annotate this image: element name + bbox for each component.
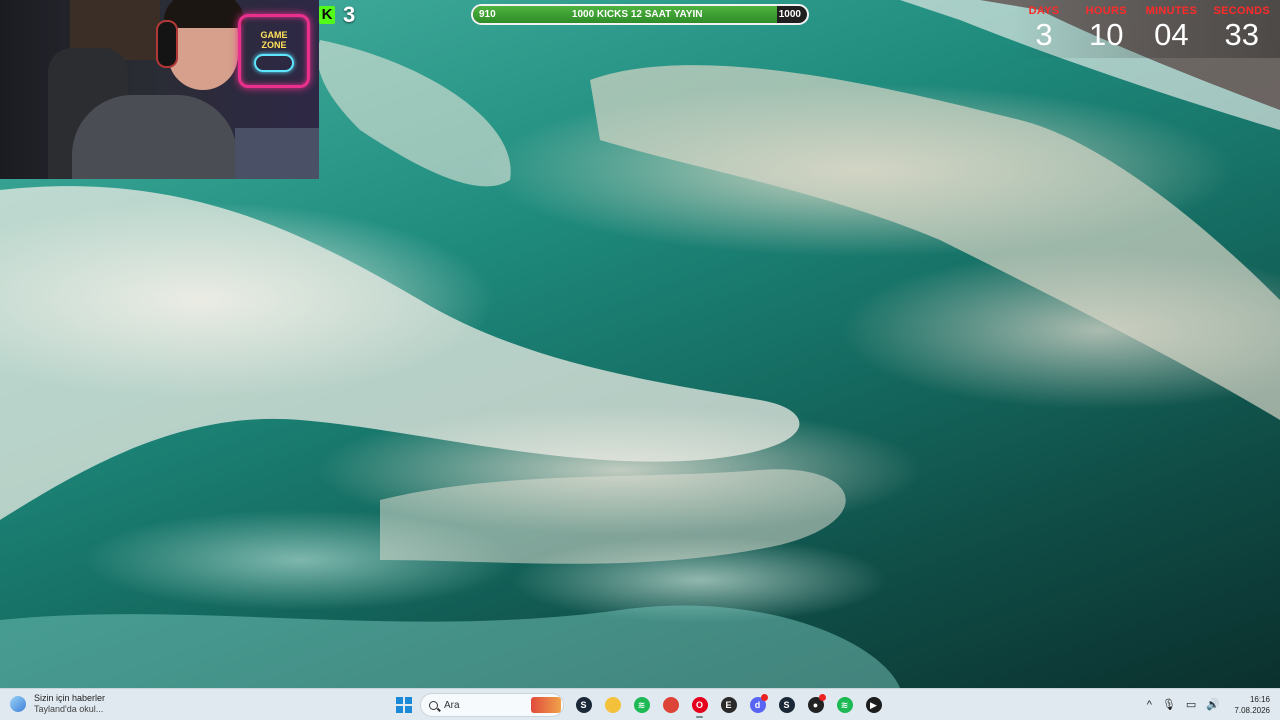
windows-logo-tile bbox=[405, 706, 412, 713]
show-hidden-icons-chevron-icon[interactable]: ^ bbox=[1147, 697, 1152, 713]
countdown-seconds-value: 33 bbox=[1224, 17, 1259, 52]
spotify-icon-glyph: ≋ bbox=[633, 697, 650, 713]
notification-badge bbox=[761, 694, 768, 701]
discord-icon[interactable]: d bbox=[746, 693, 769, 717]
webcam-bed bbox=[235, 128, 319, 179]
system-tray: ^ 🎙 ▭ 🔊 bbox=[1147, 697, 1220, 713]
news-widget[interactable]: Sizin için haberler Tayland'da okul... bbox=[10, 693, 105, 715]
spotify-icon[interactable]: ≋ bbox=[630, 693, 653, 717]
spotify-icon-2-glyph: ≋ bbox=[836, 697, 853, 713]
kick-count: 3 bbox=[343, 2, 356, 27]
goal-title: 1000 KICKS 12 SAAT YAYIN bbox=[571, 9, 703, 20]
subscriber-goal-bar: 910 1000 KICKS 12 SAAT YAYIN 1000 bbox=[471, 4, 809, 25]
countdown-seconds-label: SECONDS bbox=[1213, 5, 1270, 17]
countdown-minutes-label: MINUTES bbox=[1145, 5, 1198, 17]
countdown-hours: HOURS 10 bbox=[1083, 5, 1129, 58]
pinned-apps: S ≋ O Ed S ● ≋ ▶ bbox=[572, 693, 885, 718]
news-title: Sizin için haberler bbox=[34, 693, 106, 703]
file-explorer-icon[interactable] bbox=[601, 693, 624, 717]
steam-icon[interactable]: S bbox=[572, 693, 595, 717]
steam-icon-2[interactable]: S bbox=[775, 693, 798, 717]
epic-games-icon-glyph: E bbox=[720, 697, 737, 713]
start-button[interactable] bbox=[396, 697, 412, 713]
countdown-hours-label: HOURS bbox=[1085, 5, 1127, 17]
search-icon bbox=[429, 700, 438, 710]
countdown-minutes-value: 04 bbox=[1154, 17, 1189, 52]
news-subtitle: Tayland'da okul... bbox=[34, 704, 104, 714]
streamer-app-icon[interactable]: ▶ bbox=[862, 693, 885, 717]
webcam-streamer-body bbox=[72, 95, 237, 179]
streamer-app-icon-glyph: ▶ bbox=[865, 697, 882, 713]
obs-icon[interactable]: ● bbox=[804, 693, 827, 717]
gamepad-icon bbox=[254, 54, 294, 72]
headset-icon bbox=[156, 20, 178, 68]
taskbar-search-box[interactable]: Ara bbox=[420, 693, 564, 717]
chrome-icon-glyph bbox=[662, 697, 679, 713]
clock-date: 7.08.2026 bbox=[1234, 706, 1270, 715]
opera-icon[interactable]: O bbox=[688, 693, 711, 718]
notification-badge bbox=[819, 694, 826, 701]
windows-logo-icon bbox=[396, 697, 403, 704]
weather-news-icon bbox=[10, 696, 26, 712]
opera-icon-glyph: O bbox=[691, 697, 708, 713]
game-zone-neon-sign: GAME ZONE bbox=[238, 14, 310, 88]
clock-time: 16:16 bbox=[1249, 695, 1270, 704]
microphone-icon[interactable]: 🎙 bbox=[1162, 697, 1176, 713]
kick-logo-icon: K bbox=[319, 6, 335, 24]
steam-icon-2-glyph: S bbox=[778, 697, 795, 713]
search-placeholder: Ara bbox=[444, 699, 460, 711]
countdown-days: DAYS 3 bbox=[1021, 5, 1067, 58]
windows-logo-tile bbox=[396, 706, 403, 713]
stream-countdown: DAYS 3 HOURS 10 MINUTES 04 SECONDS 33 bbox=[1013, 0, 1280, 58]
countdown-seconds: SECONDS 33 bbox=[1214, 5, 1271, 58]
countdown-days-label: DAYS bbox=[1028, 5, 1060, 17]
windows-taskbar: Sizin için haberler Tayland'da okul... A… bbox=[0, 688, 1280, 720]
kick-follower-counter: K 3 bbox=[319, 2, 355, 28]
countdown-days-value: 3 bbox=[1035, 17, 1053, 52]
goal-end-value: 1000 bbox=[778, 9, 801, 20]
goal-text: 910 1000 KICKS 12 SAAT YAYIN 1000 bbox=[473, 6, 807, 23]
countdown-minutes: MINUTES 04 bbox=[1146, 5, 1198, 58]
file-explorer-icon-glyph bbox=[604, 697, 621, 713]
webcam-overlay: GAME ZONE bbox=[0, 0, 319, 179]
news-text: Sizin için haberler Tayland'da okul... bbox=[34, 693, 105, 715]
neon-sign-line2: ZONE bbox=[261, 40, 287, 50]
steam-icon-glyph: S bbox=[575, 697, 592, 713]
display-icon[interactable]: ▭ bbox=[1186, 697, 1196, 713]
search-highlight-thumbnail bbox=[531, 697, 561, 713]
volume-icon[interactable]: 🔊 bbox=[1206, 697, 1220, 713]
taskbar-clock[interactable]: 16:16 7.08.2026 bbox=[1234, 694, 1270, 716]
chrome-icon[interactable] bbox=[659, 693, 682, 717]
goal-start-value: 910 bbox=[479, 9, 496, 20]
countdown-hours-value: 10 bbox=[1089, 17, 1124, 52]
epic-games-icon[interactable]: E bbox=[717, 693, 740, 717]
spotify-icon-2[interactable]: ≋ bbox=[833, 693, 856, 717]
windows-logo-tile bbox=[405, 697, 412, 704]
neon-sign-line1: GAME bbox=[260, 30, 288, 40]
